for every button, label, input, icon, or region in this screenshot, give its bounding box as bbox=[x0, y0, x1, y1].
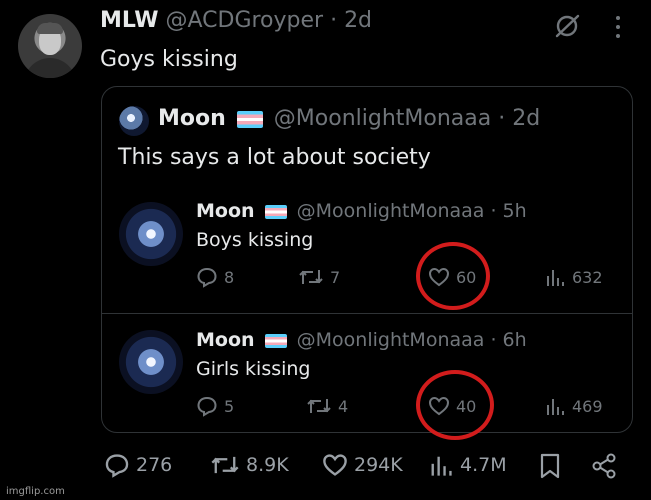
heart-icon bbox=[323, 454, 347, 476]
repost-button[interactable]: 8.9K bbox=[210, 452, 289, 478]
quote-avatar[interactable] bbox=[119, 106, 149, 136]
avatar-hair bbox=[37, 23, 63, 34]
avatar-shoulders bbox=[24, 58, 76, 78]
tweet-header: MLW @ACDGroyper · 2d bbox=[100, 8, 372, 33]
like-button[interactable]: 294K bbox=[322, 452, 403, 478]
views-count: 632 bbox=[572, 267, 603, 287]
views-icon bbox=[547, 270, 564, 286]
views-icon bbox=[547, 399, 564, 415]
reply-icon bbox=[197, 267, 217, 288]
quote-text: This says a lot about society bbox=[118, 145, 431, 170]
embedded-header-2: Moon @MoonlightMonaaa · 6h bbox=[196, 329, 527, 351]
grok-icon[interactable] bbox=[553, 12, 581, 40]
repost-button-2[interactable]: 4 bbox=[306, 395, 348, 417]
embedded-text-2: Girls kissing bbox=[196, 358, 311, 380]
reply-icon bbox=[105, 454, 129, 478]
views-count: 469 bbox=[572, 396, 603, 416]
embedded-display-name-1[interactable]: Moon bbox=[196, 200, 255, 222]
reply-count: 276 bbox=[136, 454, 173, 476]
quote-tweet-card[interactable] bbox=[101, 86, 633, 433]
repost-button-1[interactable]: 7 bbox=[298, 266, 340, 288]
repost-count: 4 bbox=[338, 396, 349, 416]
embedded-text-1: Boys kissing bbox=[196, 229, 314, 251]
share-icon[interactable] bbox=[590, 452, 618, 480]
divider bbox=[101, 313, 633, 314]
repost-count: 8.9K bbox=[246, 454, 289, 476]
quote-handle-time[interactable]: @MoonlightMonaaa · 2d bbox=[274, 106, 540, 131]
watermark: imgflip.com bbox=[6, 486, 65, 497]
annotation-circle bbox=[416, 370, 494, 440]
reply-button-1[interactable]: 8 bbox=[196, 266, 234, 288]
like-count: 294K bbox=[354, 454, 403, 476]
views-count: 4.7M bbox=[460, 454, 507, 476]
embedded-handle-time-1[interactable]: @MoonlightMonaaa · 5h bbox=[297, 200, 527, 222]
reply-button[interactable]: 276 bbox=[104, 452, 172, 478]
avatar[interactable] bbox=[18, 14, 82, 78]
embedded-handle-time-2[interactable]: @MoonlightMonaaa · 6h bbox=[297, 329, 527, 351]
embedded-avatar-1[interactable] bbox=[119, 202, 183, 266]
repost-count: 7 bbox=[330, 267, 341, 287]
trans-flag-icon bbox=[264, 333, 287, 348]
embedded-display-name-2[interactable]: Moon bbox=[196, 329, 255, 351]
views-button[interactable]: 4.7M bbox=[428, 452, 507, 478]
annotation-circle bbox=[416, 242, 490, 310]
reply-count: 8 bbox=[224, 267, 235, 287]
repost-icon bbox=[307, 399, 331, 413]
trans-flag-icon bbox=[236, 110, 263, 128]
repost-icon bbox=[211, 456, 239, 474]
reply-button-2[interactable]: 5 bbox=[196, 395, 234, 417]
quote-header: Moon @MoonlightMonaaa · 2d bbox=[158, 106, 540, 131]
embedded-header-1: Moon @MoonlightMonaaa · 5h bbox=[196, 200, 527, 222]
views-icon bbox=[431, 456, 452, 476]
views-button-2[interactable]: 469 bbox=[544, 395, 603, 417]
quote-display-name[interactable]: Moon bbox=[158, 106, 226, 131]
reply-count: 5 bbox=[224, 396, 235, 416]
repost-icon bbox=[299, 270, 323, 284]
bookmark-icon[interactable] bbox=[538, 452, 562, 480]
tweet-text: Goys kissing bbox=[100, 47, 238, 72]
display-name[interactable]: MLW bbox=[100, 8, 158, 33]
embedded-avatar-2[interactable] bbox=[119, 330, 183, 394]
handle-time[interactable]: @ACDGroyper · 2d bbox=[165, 8, 372, 33]
trans-flag-icon bbox=[264, 204, 287, 219]
reply-icon bbox=[197, 396, 217, 417]
more-icon[interactable] bbox=[612, 14, 624, 40]
views-button-1[interactable]: 632 bbox=[544, 266, 603, 288]
